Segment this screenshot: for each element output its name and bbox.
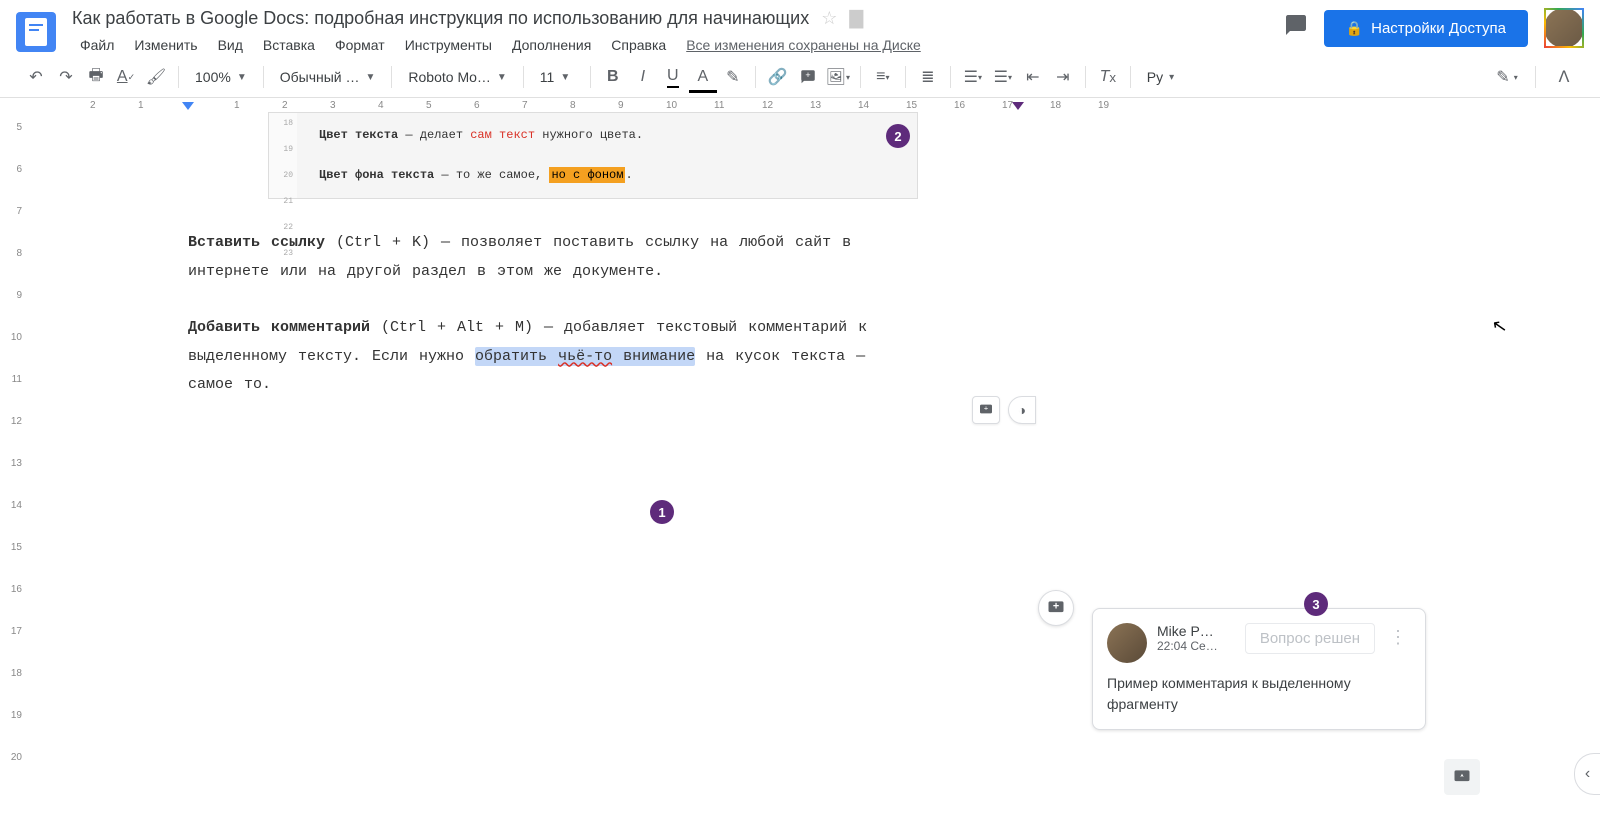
nested-line-2: Цвет фона текста — то же самое, но с фон…	[319, 165, 877, 187]
vertical-ruler[interactable]: 567891011121314151617181920	[0, 112, 28, 787]
selected-text: обратить чьё-то внимание	[475, 347, 695, 366]
numbered-list-button[interactable]: ☰▾	[959, 63, 987, 91]
header: Как работать в Google Docs: подробная ин…	[0, 0, 1600, 57]
italic-button[interactable]: I	[629, 63, 657, 91]
insert-link-button[interactable]: 🔗	[764, 63, 792, 91]
annotation-badge-1: 1	[650, 500, 674, 524]
nested-line-1: Цвет текста — делает сам текст нужного ц…	[319, 125, 877, 147]
menu-addons[interactable]: Дополнения	[504, 33, 599, 57]
annotation-badge-2: 2	[886, 124, 910, 148]
insert-comment-button[interactable]: +	[794, 63, 822, 91]
bold-button[interactable]: B	[599, 63, 627, 91]
insert-image-button[interactable]: 🖼▾	[824, 63, 852, 91]
collapse-toolbar-button[interactable]: ᐱ	[1550, 63, 1578, 91]
menu-insert[interactable]: Вставка	[255, 33, 323, 57]
lock-icon: 🔒	[1346, 20, 1363, 37]
menu-help[interactable]: Справка	[603, 33, 674, 57]
spellcheck-button[interactable]: A✓	[112, 63, 140, 91]
comment-author: Mike P…	[1157, 623, 1227, 639]
redo-button[interactable]: ↷	[52, 63, 80, 91]
increase-indent-button[interactable]: ⇥	[1049, 63, 1077, 91]
share-button[interactable]: 🔒 Настройки Доступа	[1324, 10, 1528, 47]
line-spacing-button[interactable]: ≣	[914, 63, 942, 91]
header-right: 🔒 Настройки Доступа	[1284, 8, 1584, 48]
editing-mode-button[interactable]: ✎▾	[1493, 63, 1521, 91]
annotation-badge-3: 3	[1304, 592, 1328, 616]
horizontal-ruler[interactable]: 2112345678910111213141516171819	[0, 98, 1600, 112]
embedded-image: 18 19 20 21 22 23 Цвет текста — делает с…	[268, 112, 918, 199]
paragraph-comment[interactable]: Добавить комментарий (Ctrl + Alt + M) — …	[188, 314, 878, 400]
add-comment-fab[interactable]: +	[972, 396, 1000, 424]
zoom-dropdown[interactable]: 100%▼	[187, 63, 255, 91]
menubar: Файл Изменить Вид Вставка Формат Инструм…	[72, 33, 1284, 57]
user-avatar[interactable]	[1544, 8, 1584, 48]
bulleted-list-button[interactable]: ☰▾	[989, 63, 1017, 91]
undo-button[interactable]: ↶	[22, 63, 50, 91]
decrease-indent-button[interactable]: ⇤	[1019, 63, 1047, 91]
resolve-button[interactable]: Вопрос решен	[1245, 623, 1375, 654]
docs-logo[interactable]	[16, 12, 56, 52]
comments-history-icon[interactable]	[1284, 13, 1308, 43]
toolbar: ↶ ↷ 🖶 A✓ 🖌 100%▼ Обычный …▼ Roboto Mo…▼ …	[0, 57, 1600, 98]
underline-button[interactable]: U	[659, 63, 687, 91]
svg-text:+: +	[984, 404, 988, 413]
style-dropdown[interactable]: Обычный …▼	[272, 63, 384, 91]
workspace: 567891011121314151617181920 18 19 20 21 …	[0, 112, 1600, 787]
explore-button[interactable]	[1444, 759, 1480, 795]
svg-text:+: +	[1053, 601, 1059, 613]
side-panel-toggle[interactable]: ‹	[1574, 753, 1600, 795]
suggest-fab[interactable]: ◑	[1008, 396, 1036, 424]
comment-menu-icon[interactable]: ⋮	[1385, 623, 1411, 652]
comment-card[interactable]: Mike P… 22:04 Се… Вопрос решен ⋮ Пример …	[1092, 608, 1426, 730]
font-dropdown[interactable]: Roboto Mo…▼	[400, 63, 514, 91]
menu-file[interactable]: Файл	[72, 33, 122, 57]
comment-time: 22:04 Се…	[1157, 639, 1227, 653]
share-label: Настройки Доступа	[1371, 20, 1506, 37]
align-button[interactable]: ≡▾	[869, 63, 897, 91]
document-page[interactable]: 18 19 20 21 22 23 Цвет текста — делает с…	[98, 112, 968, 787]
save-status[interactable]: Все изменения сохранены на Диске	[678, 33, 929, 57]
clear-format-button[interactable]: Tx	[1094, 63, 1122, 91]
add-comment-round-button[interactable]: +	[1038, 590, 1074, 626]
image-action-buttons: + ◑	[972, 396, 1036, 424]
print-button[interactable]: 🖶	[82, 63, 110, 91]
text-color-button[interactable]: A	[689, 63, 717, 91]
svg-text:+: +	[805, 70, 810, 80]
fontsize-dropdown[interactable]: 11▼	[532, 63, 582, 91]
menu-format[interactable]: Формат	[327, 33, 393, 57]
input-lang-dropdown[interactable]: Ру▾	[1139, 63, 1182, 91]
star-icon[interactable]: ☆	[821, 8, 837, 29]
comment-body: Пример комментария к выделенному фрагмен…	[1107, 673, 1411, 715]
highlight-button[interactable]: ✎	[719, 63, 747, 91]
comment-avatar	[1107, 623, 1147, 663]
menu-tools[interactable]: Инструменты	[397, 33, 500, 57]
menu-edit[interactable]: Изменить	[126, 33, 205, 57]
paint-format-button[interactable]: 🖌	[142, 63, 170, 91]
menu-view[interactable]: Вид	[210, 33, 251, 57]
folder-icon[interactable]: ▇	[849, 8, 863, 29]
doc-title[interactable]: Как работать в Google Docs: подробная ин…	[72, 8, 809, 29]
doc-info: Как работать в Google Docs: подробная ин…	[72, 8, 1284, 57]
